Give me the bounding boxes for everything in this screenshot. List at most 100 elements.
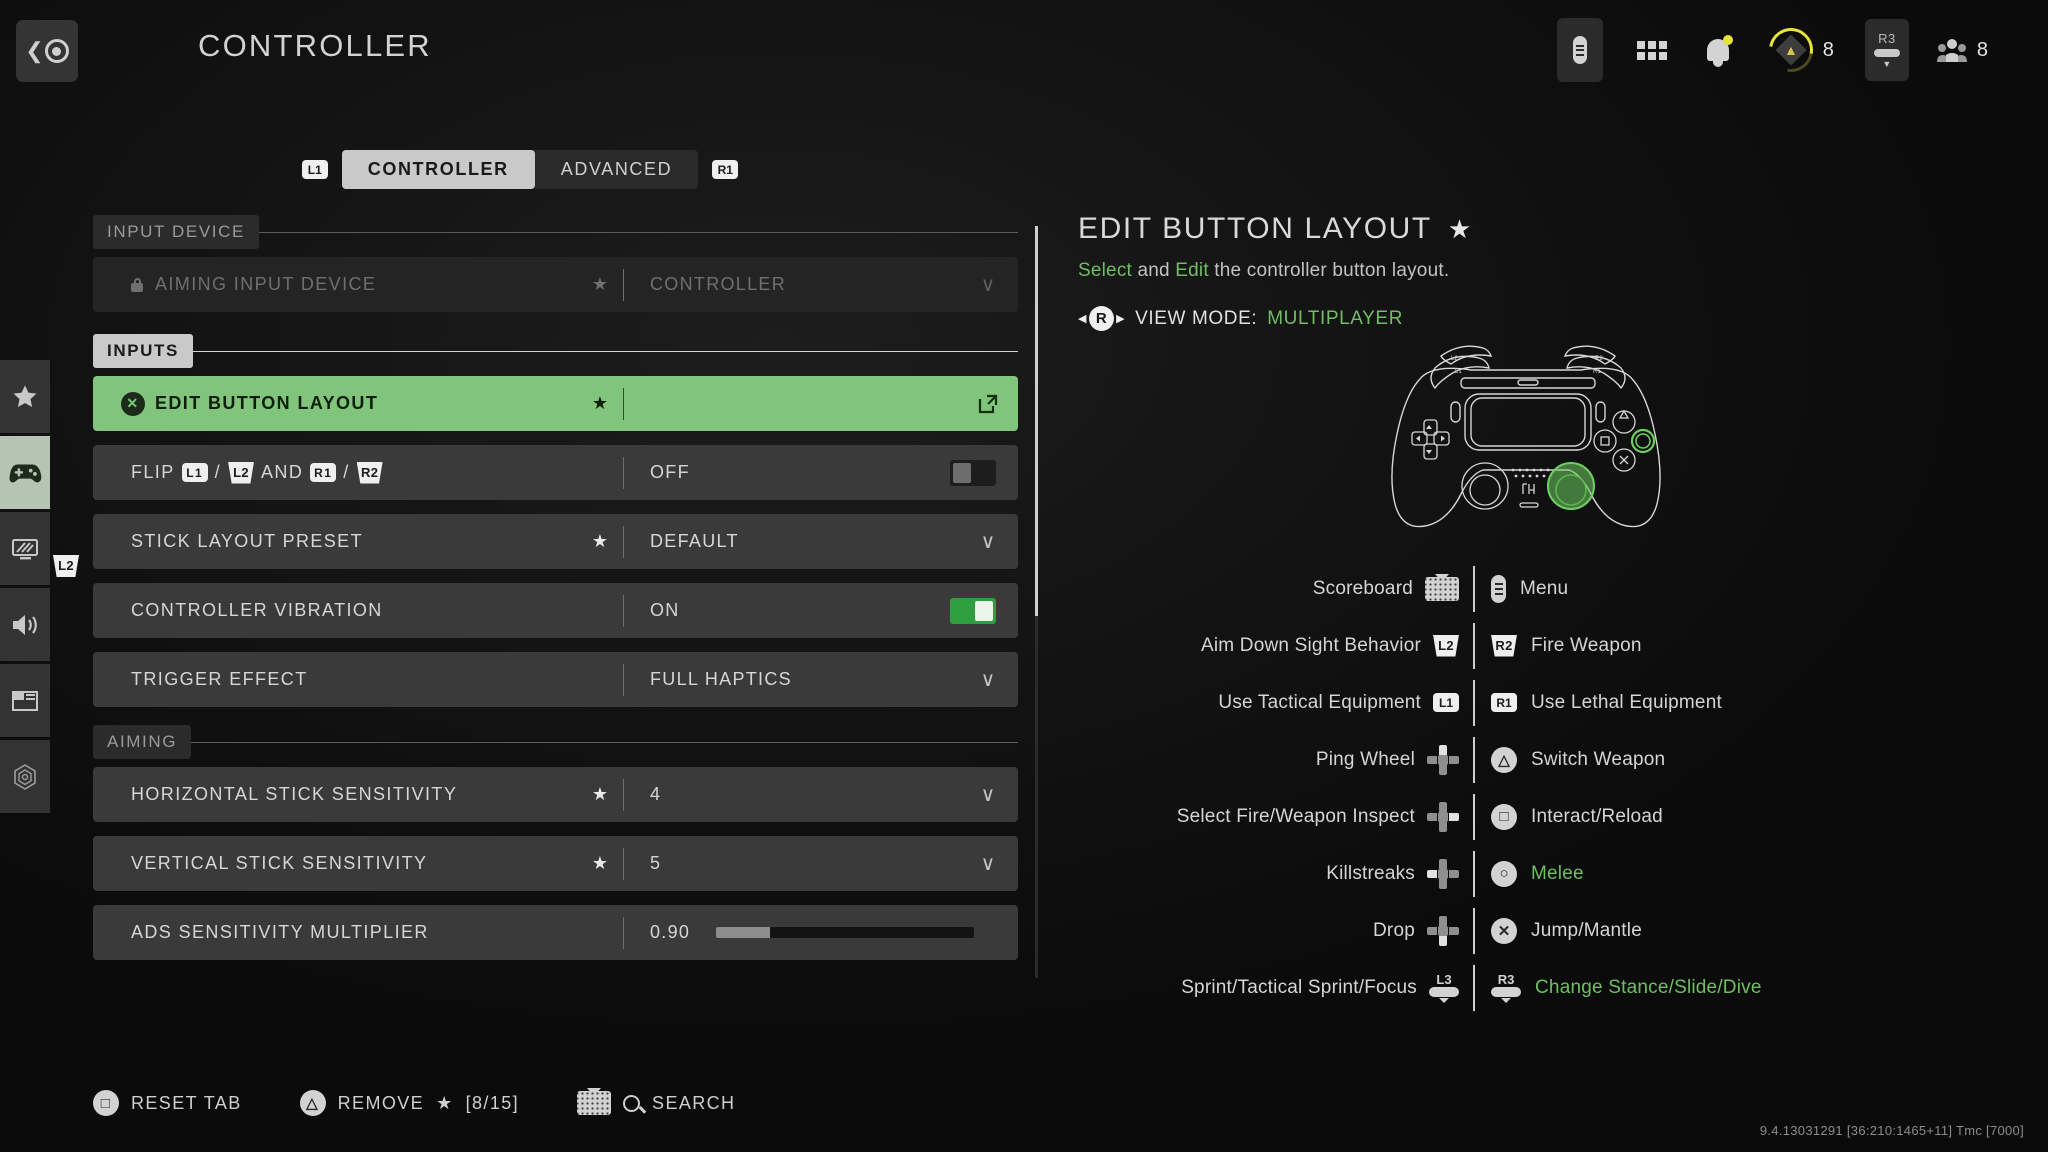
top-bar: ❮ CONTROLLER ▲ 8 R3 ▼ 8 <box>0 0 2048 100</box>
top-right-icons: ▲ 8 R3 ▼ 8 <box>1556 18 1988 82</box>
chevron-down-icon[interactable]: ∨ <box>958 272 1018 297</box>
view-mode-label: VIEW MODE: <box>1135 307 1258 329</box>
l2-trigger-icon: L2 <box>53 555 79 577</box>
square-button-icon: □ <box>93 1090 119 1116</box>
l1-bumper-icon: L1 <box>301 160 328 179</box>
row-label-text: VERTICAL STICK SENSITIVITY <box>131 853 428 873</box>
triangle-button-icon: △ <box>299 1090 326 1116</box>
row-aiming-input-device[interactable]: AIMING INPUT DEVICE ★ CONTROLLER ∨ <box>93 257 1018 312</box>
r2-trigger-icon: R2 <box>356 461 383 484</box>
binding-left-label: Aim Down Sight Behavior <box>1200 634 1421 656</box>
notifications-button[interactable] <box>1706 35 1733 61</box>
rank-ring-icon: ▲ <box>1760 19 1822 81</box>
squad-button[interactable]: 8 <box>1936 37 1988 63</box>
search-label: SEARCH <box>652 1092 736 1113</box>
reset-tab-button[interactable]: □ RESET TAB <box>93 1090 242 1116</box>
binding-row[interactable]: Ping Wheel △ Switch Weapon <box>1078 731 1978 788</box>
dpad-right-icon <box>1427 801 1459 832</box>
binding-row[interactable]: Drop ✕ Jump/Mantle <box>1078 902 1978 959</box>
section-label: INPUTS <box>93 334 193 368</box>
r3-stick-icon <box>1873 49 1900 57</box>
row-value: 5 <box>650 853 662 873</box>
options-menu-icon <box>1491 574 1506 603</box>
settings-scrollbar[interactable] <box>1035 226 1038 978</box>
binding-row[interactable]: Sprint/Tactical Sprint/Focus L3 R3 Chang… <box>1078 959 1978 1016</box>
search-button[interactable]: SEARCH <box>577 1088 736 1115</box>
binding-row[interactable]: Aim Down Sight Behavior L2 R2 Fire Weapo… <box>1078 617 1978 674</box>
player-rank[interactable]: ▲ 8 <box>1760 19 1835 81</box>
chevron-down-icon[interactable]: ∨ <box>958 529 1018 554</box>
section-divider <box>192 350 1018 352</box>
favorite-star-icon[interactable]: ★ <box>583 393 617 414</box>
chevron-down-icon[interactable]: ∨ <box>958 851 1018 876</box>
dualsense-controller-icon: L2 L1 R2 R1 <box>1391 345 1661 528</box>
open-external-icon[interactable] <box>958 393 1018 415</box>
touchpad-icon <box>1425 573 1459 601</box>
tab-bar: L1 CONTROLLER ADVANCED R1 <box>0 150 1040 189</box>
favorite-star-icon[interactable]: ★ <box>583 784 617 805</box>
sidebar-item-interface[interactable] <box>0 664 50 737</box>
category-rail: L2 <box>0 360 79 816</box>
favorite-star-icon[interactable]: ★ <box>583 274 617 295</box>
sidebar-item-audio[interactable] <box>0 588 50 661</box>
row-label: STICK LAYOUT PRESET <box>93 531 583 552</box>
binding-right: R3 Change Stance/Slide/Dive <box>1475 973 1978 1003</box>
detail-title-row: EDIT BUTTON LAYOUT ★ <box>1078 212 1978 246</box>
row-label-text: HORIZONTAL STICK SENSITIVITY <box>131 784 458 804</box>
binding-right-label: Interact/Reload <box>1531 805 1663 827</box>
sidebar-item-controller[interactable] <box>0 436 50 509</box>
binding-left-label: Killstreaks <box>1326 862 1415 884</box>
speaker-icon <box>13 614 37 635</box>
row-vertical-stick-sensitivity[interactable]: VERTICAL STICK SENSITIVITY ★ 5 ∨ <box>93 836 1018 891</box>
binding-row[interactable]: Select Fire/Weapon Inspect □ Interact/Re… <box>1078 788 1978 845</box>
row-controller-vibration[interactable]: CONTROLLER VIBRATION ON <box>93 583 1018 638</box>
back-button[interactable]: ❮ <box>16 20 78 82</box>
binding-right: △ Switch Weapon <box>1475 746 1978 773</box>
row-horizontal-stick-sensitivity[interactable]: HORIZONTAL STICK SENSITIVITY ★ 4 ∨ <box>93 767 1018 822</box>
row-label-text: ADS SENSITIVITY MULTIPLIER <box>131 922 429 942</box>
view-mode-value: MULTIPLAYER <box>1267 307 1404 329</box>
squad-icon <box>1936 39 1967 62</box>
r-button-label: R <box>1089 306 1115 331</box>
apps-grid-icon[interactable] <box>1636 40 1667 60</box>
ads-sensitivity-slider[interactable] <box>716 927 974 938</box>
touchpad-icon <box>577 1088 612 1115</box>
r1-bumper-icon: R1 <box>310 463 337 482</box>
l1-bumper-icon: L1 <box>1433 693 1459 712</box>
binding-right-label: Fire Weapon <box>1531 634 1642 656</box>
chevron-down-icon[interactable]: ∨ <box>958 667 1018 692</box>
gamepad-icon <box>9 464 42 482</box>
vibration-toggle[interactable] <box>950 597 996 624</box>
view-mode-row[interactable]: ◀ R ▶ VIEW MODE: MULTIPLAYER <box>1078 306 1978 331</box>
binding-right: ○ Melee <box>1475 860 1978 887</box>
r2-trigger-icon: R2 <box>1491 634 1517 657</box>
tab-advanced[interactable]: ADVANCED <box>535 150 698 189</box>
row-stick-layout-preset[interactable]: STICK LAYOUT PRESET ★ DEFAULT ∨ <box>93 514 1018 569</box>
row-flip-triggers[interactable]: FLIP L1 / L2 AND R1 / R2 OFF <box>93 445 1018 500</box>
controller-diagram: L2 L1 R2 R1 <box>1078 340 1978 530</box>
rank-level: 8 <box>1822 38 1835 61</box>
favorite-star-icon[interactable]: ★ <box>583 853 617 874</box>
favorite-star-icon[interactable]: ★ <box>583 531 617 552</box>
row-edit-button-layout[interactable]: ✕ EDIT BUTTON LAYOUT ★ <box>93 376 1018 431</box>
detail-title: EDIT BUTTON LAYOUT <box>1078 212 1432 245</box>
row-ads-sensitivity-multiplier[interactable]: ADS SENSITIVITY MULTIPLIER 0.90 <box>93 905 1018 960</box>
binding-left: Ping Wheel <box>1078 744 1473 775</box>
chevron-down-icon[interactable]: ∨ <box>958 782 1018 807</box>
remove-favorite-button[interactable]: △ REMOVE ★ [8/15] <box>299 1090 519 1116</box>
scrollbar-thumb[interactable] <box>1035 226 1038 616</box>
sidebar-item-favorites[interactable] <box>0 360 50 433</box>
row-value: FULL HAPTICS <box>650 669 792 689</box>
sidebar-item-accessibility[interactable] <box>0 740 50 813</box>
dpad-up-icon <box>1427 744 1459 775</box>
row-trigger-effect[interactable]: TRIGGER EFFECT FULL HAPTICS ∨ <box>93 652 1018 707</box>
binding-row[interactable]: Use Tactical Equipment L1 R1 Use Lethal … <box>1078 674 1978 731</box>
binding-row[interactable]: Killstreaks ○ Melee <box>1078 845 1978 902</box>
r3-hint-button[interactable]: R3 ▼ <box>1864 19 1909 81</box>
menu-button[interactable] <box>1556 18 1603 82</box>
tab-controller[interactable]: CONTROLLER <box>341 150 535 189</box>
binding-row[interactable]: Scoreboard Menu <box>1078 560 1978 617</box>
sidebar-item-graphics[interactable] <box>0 512 50 585</box>
row-value: ON <box>650 600 680 620</box>
flip-toggle[interactable] <box>950 459 996 486</box>
